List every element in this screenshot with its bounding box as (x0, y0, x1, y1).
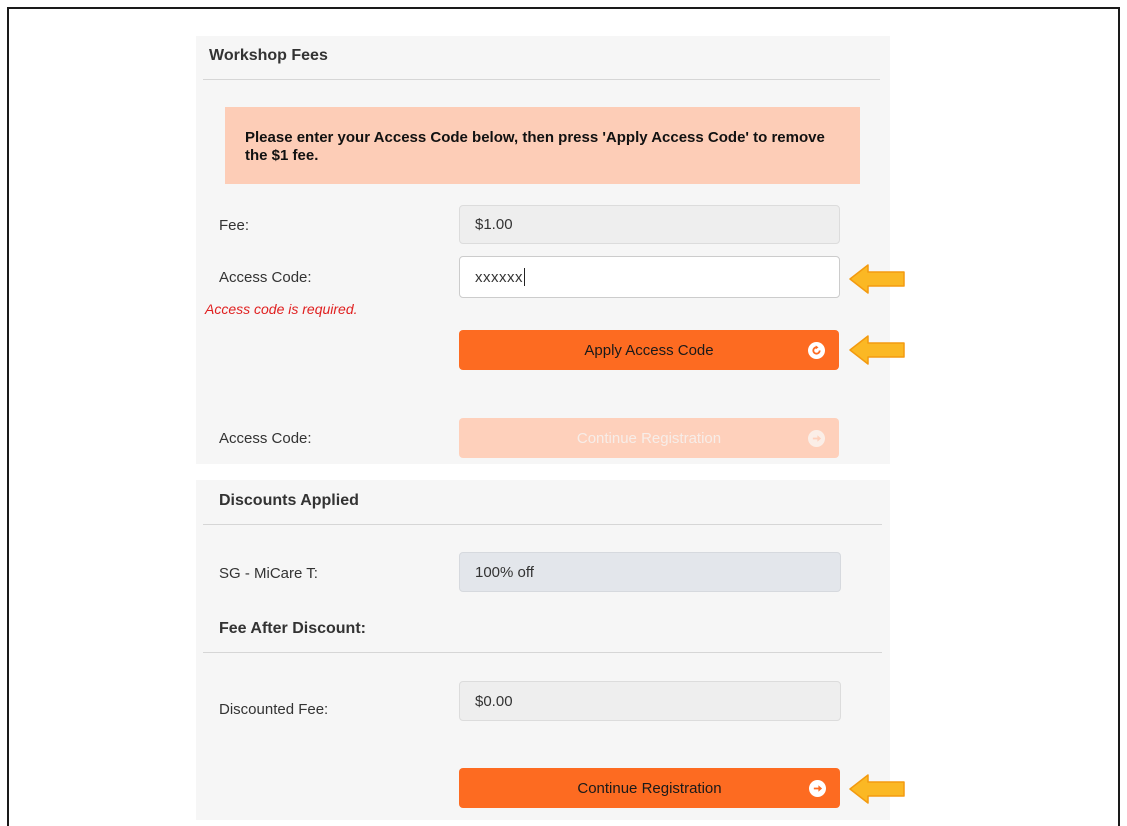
fee-after-discount-divider (203, 652, 882, 653)
discounted-fee-field: $0.00 (459, 681, 841, 721)
arrow-right-circle-icon (808, 429, 825, 447)
access-code-label: Access Code: (219, 269, 312, 286)
discounted-fee-value: $0.00 (475, 692, 513, 710)
access-code-error: Access code is required. (205, 301, 358, 317)
access-code-input-value: xxxxxx (475, 268, 523, 286)
apply-access-code-label: Apply Access Code (584, 341, 714, 359)
text-caret (524, 268, 525, 286)
fee-value: $1.00 (475, 216, 513, 233)
continue-registration-disabled-label: Continue Registration (576, 429, 722, 447)
access-code-notice: Please enter your Access Code below, the… (225, 107, 860, 184)
discount-value: 100% off (475, 563, 534, 581)
fee-label: Fee: (219, 217, 250, 234)
discount-label: SG - MiCare T: (219, 565, 318, 582)
continue-registration-disabled-button[interactable]: Continue Registration (459, 418, 839, 458)
access-code-input[interactable]: xxxxxx (459, 256, 840, 298)
callout-arrow-left-icon (849, 264, 905, 294)
callout-arrow-left-icon (849, 774, 905, 804)
discount-field: 100% off (459, 552, 841, 592)
fee-after-discount-title: Fee After Discount: (219, 620, 366, 637)
workshop-fees-panel (196, 36, 890, 464)
apply-access-code-button[interactable]: Apply Access Code (459, 330, 839, 370)
discounted-fee-label: Discounted Fee: (219, 701, 329, 718)
discounts-applied-title: Discounts Applied (219, 492, 359, 509)
workshop-fees-divider (203, 79, 880, 80)
access-code-label-2: Access Code: (219, 430, 312, 447)
discounts-divider (203, 524, 882, 525)
fee-field: $1.00 (459, 205, 840, 244)
continue-registration-label: Continue Registration (577, 779, 722, 797)
callout-arrow-left-icon (849, 335, 905, 365)
continue-registration-button[interactable]: Continue Registration (459, 768, 840, 808)
arrow-right-circle-icon (809, 779, 826, 797)
refresh-icon (808, 341, 825, 359)
workshop-fees-title: Workshop Fees (209, 47, 328, 64)
notice-text: Please enter your Access Code below, the… (245, 129, 825, 164)
